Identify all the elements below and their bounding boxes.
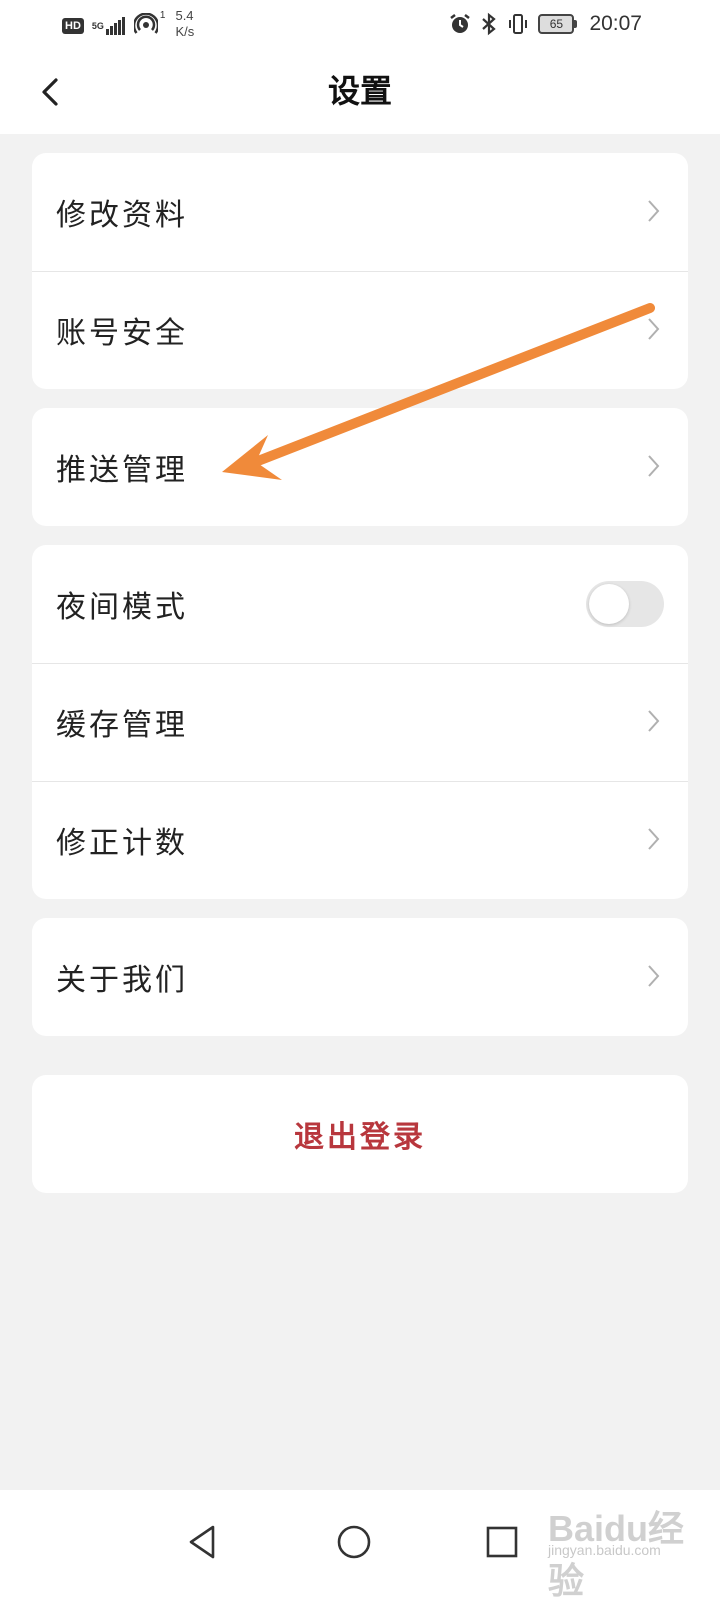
settings-item-correct-count[interactable]: 修正计数 xyxy=(32,781,688,899)
chevron-left-icon xyxy=(42,78,58,106)
speed-value: 5.4 xyxy=(175,8,194,23)
settings-item-about-us[interactable]: 关于我们 xyxy=(32,918,688,1036)
chevron-right-icon xyxy=(646,827,660,851)
nav-back-button[interactable] xyxy=(170,1510,234,1574)
battery-icon: 65 xyxy=(538,14,578,34)
clock: 20:07 xyxy=(589,12,642,35)
network-speed: 5.4 K/s xyxy=(175,8,194,40)
logout-button[interactable]: 退出登录 xyxy=(32,1075,688,1193)
night-mode-toggle[interactable] xyxy=(586,581,664,627)
triangle-back-icon xyxy=(189,1525,215,1559)
page-title: 设置 xyxy=(327,72,392,110)
header: 设置 xyxy=(0,52,720,134)
status-right: 65 20:07 xyxy=(448,10,642,38)
hotspot-count: 1 xyxy=(159,10,166,21)
settings-item-label: 夜间模式 xyxy=(56,590,188,625)
chevron-right-icon xyxy=(646,199,660,223)
chevron-right-icon xyxy=(646,454,660,478)
system-nav-bar xyxy=(0,1490,720,1600)
settings-item-cache-management[interactable]: 缓存管理 xyxy=(32,663,688,781)
speed-unit: K/s xyxy=(175,24,195,39)
settings-item-label: 关于我们 xyxy=(56,963,188,998)
back-button[interactable] xyxy=(26,68,74,116)
bluetooth-icon xyxy=(480,12,498,36)
settings-group-push: 推送管理 xyxy=(32,408,688,526)
settings-group-about: 关于我们 xyxy=(32,918,688,1036)
circle-home-icon xyxy=(337,1525,371,1559)
settings-item-label: 账号安全 xyxy=(56,316,188,351)
settings-group-display: 夜间模式 缓存管理 修正计数 xyxy=(32,545,688,899)
hd-badge: HD xyxy=(62,18,84,34)
settings-group-profile: 修改资料 账号安全 xyxy=(32,153,688,389)
settings-item-edit-profile[interactable]: 修改资料 xyxy=(32,153,688,271)
settings-item-label: 推送管理 xyxy=(56,453,188,488)
nav-recent-button[interactable] xyxy=(470,1510,534,1574)
settings-item-night-mode: 夜间模式 xyxy=(32,545,688,663)
settings-item-account-security[interactable]: 账号安全 xyxy=(32,271,688,389)
logout-label: 退出登录 xyxy=(294,1120,426,1155)
settings-item-label: 修正计数 xyxy=(56,826,188,861)
nav-home-button[interactable] xyxy=(322,1510,386,1574)
signal-icon xyxy=(105,17,126,35)
alarm-icon xyxy=(448,12,472,36)
hotspot-icon xyxy=(132,12,160,39)
battery-level: 65 xyxy=(538,14,575,34)
chevron-right-icon xyxy=(646,317,660,341)
square-recent-icon xyxy=(486,1526,518,1558)
status-bar: HD 5G 1 5.4 K/s 65 20:07 xyxy=(0,0,720,52)
toggle-knob xyxy=(589,584,629,624)
chevron-right-icon xyxy=(646,709,660,733)
vibrate-icon xyxy=(506,12,530,36)
settings-item-label: 修改资料 xyxy=(56,198,188,233)
chevron-right-icon xyxy=(646,964,660,988)
logout-card: 退出登录 xyxy=(32,1075,688,1193)
status-left: HD 5G 1 5.4 K/s xyxy=(62,8,194,42)
network-type: 5G xyxy=(91,21,104,31)
settings-item-label: 缓存管理 xyxy=(56,708,188,743)
settings-item-push-management[interactable]: 推送管理 xyxy=(32,408,688,526)
